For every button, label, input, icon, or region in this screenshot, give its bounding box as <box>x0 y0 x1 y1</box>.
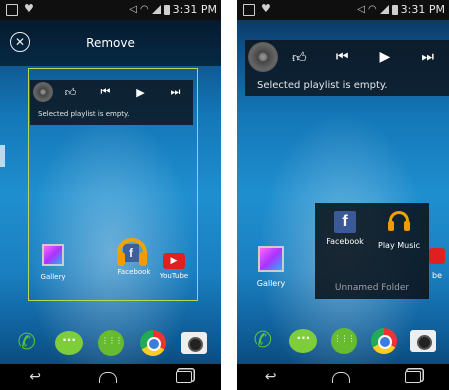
image-notification-icon <box>243 4 255 16</box>
navigation-bar: ↩ <box>0 364 221 390</box>
volume-icon: ◁ <box>357 4 365 15</box>
phone-screen-left: ♥ ◁ ◠ 3:31 PM ✕ Remove 👍︎ ⏮ ▶ ⏭ Selected… <box>0 0 221 390</box>
youtube-icon: ▶ <box>163 253 185 269</box>
app-label: Facebook <box>326 237 364 246</box>
wifi-icon: ◠ <box>367 4 377 15</box>
app-label: YouTube <box>159 272 189 280</box>
back-icon[interactable]: ↩ <box>265 369 277 385</box>
gallery-icon <box>42 244 64 266</box>
signal-icon <box>379 5 389 14</box>
gallery-icon <box>258 246 284 272</box>
signal-icon <box>151 5 161 14</box>
phone-icon[interactable]: ✆ <box>250 328 276 354</box>
home-icon[interactable] <box>331 371 350 383</box>
app-label: Gallery <box>40 273 66 281</box>
dragged-play-music[interactable]: f <box>113 236 149 272</box>
play-music-icon <box>115 236 149 266</box>
app-gallery[interactable]: Gallery <box>36 244 70 281</box>
recent-apps-icon[interactable] <box>405 371 422 383</box>
dock: ✆ <box>0 322 221 364</box>
music-widget[interactable]: 👍︎ ⏮ ▶ ⏭ Selected playlist is empty. <box>245 40 449 96</box>
battery-icon <box>163 4 170 15</box>
navigation-bar: ↩ <box>237 364 449 390</box>
next-icon[interactable]: ⏭ <box>158 85 193 99</box>
playlist-message: Selected playlist is empty. <box>38 110 130 118</box>
app-gallery[interactable]: Gallery <box>255 246 287 288</box>
previous-icon[interactable]: ⏮ <box>321 49 364 65</box>
battery-icon <box>391 4 398 15</box>
status-bar: ♥ ◁ ◠ 3:31 PM <box>237 0 449 20</box>
chrome-icon[interactable] <box>139 330 166 356</box>
folder-app-play-music[interactable]: Play Music <box>373 211 425 250</box>
playlist-message: Selected playlist is empty. <box>257 80 388 91</box>
album-art-icon <box>33 82 53 102</box>
youtube-icon <box>429 248 445 264</box>
app-label: Play Music <box>378 241 420 250</box>
play-icon[interactable]: ▶ <box>123 86 158 99</box>
folder-name[interactable]: Unnamed Folder <box>315 283 429 293</box>
camera-icon[interactable] <box>181 332 208 354</box>
phone-screen-right: ♥ ◁ ◠ 3:31 PM 👍︎ ⏮ ▶ ⏭ Selected playlist… <box>237 0 449 390</box>
app-folder[interactable]: f Facebook Play Music Unnamed Folder <box>315 203 429 299</box>
clock: 3:31 PM <box>400 3 445 16</box>
apps-drawer-icon[interactable] <box>330 328 357 354</box>
messaging-icon[interactable] <box>289 329 318 353</box>
status-bar: ♥ ◁ ◠ 3:31 PM <box>0 0 221 20</box>
apps-drawer-icon[interactable] <box>98 330 125 356</box>
chrome-icon[interactable] <box>370 328 397 354</box>
play-icon[interactable]: ▶ <box>364 49 407 65</box>
notification-icon: ♥ <box>24 2 34 15</box>
previous-icon[interactable]: ⏮ <box>88 85 123 99</box>
app-label: Gallery <box>256 279 286 288</box>
facebook-icon: f <box>334 211 356 233</box>
camera-icon[interactable] <box>410 330 437 352</box>
next-icon[interactable]: ⏭ <box>406 49 449 65</box>
dock: ✆ <box>237 320 449 362</box>
folder-app-facebook[interactable]: f Facebook <box>319 211 371 246</box>
image-notification-icon <box>6 4 18 16</box>
volume-icon: ◁ <box>129 4 137 15</box>
play-music-icon <box>387 211 411 233</box>
side-panel-handle[interactable] <box>0 145 5 167</box>
home-icon[interactable] <box>99 371 118 383</box>
messaging-icon[interactable] <box>55 331 84 355</box>
album-art-icon <box>248 42 278 72</box>
remove-bar[interactable]: ✕ Remove <box>0 20 221 66</box>
notification-icon: ♥ <box>261 2 271 15</box>
clock: 3:31 PM <box>172 3 217 16</box>
phone-icon[interactable]: ✆ <box>14 330 40 356</box>
thumbs-up-icon[interactable]: 👍︎ <box>53 86 88 99</box>
back-icon[interactable]: ↩ <box>29 369 41 385</box>
music-widget[interactable]: 👍︎ ⏮ ▶ ⏭ Selected playlist is empty. <box>30 80 193 125</box>
wifi-icon: ◠ <box>139 4 149 15</box>
app-youtube[interactable]: ▶ YouTube <box>156 248 192 280</box>
remove-label: Remove <box>86 36 135 50</box>
recent-apps-icon[interactable] <box>175 371 192 383</box>
thumbs-up-icon[interactable]: 👍︎ <box>278 49 321 66</box>
